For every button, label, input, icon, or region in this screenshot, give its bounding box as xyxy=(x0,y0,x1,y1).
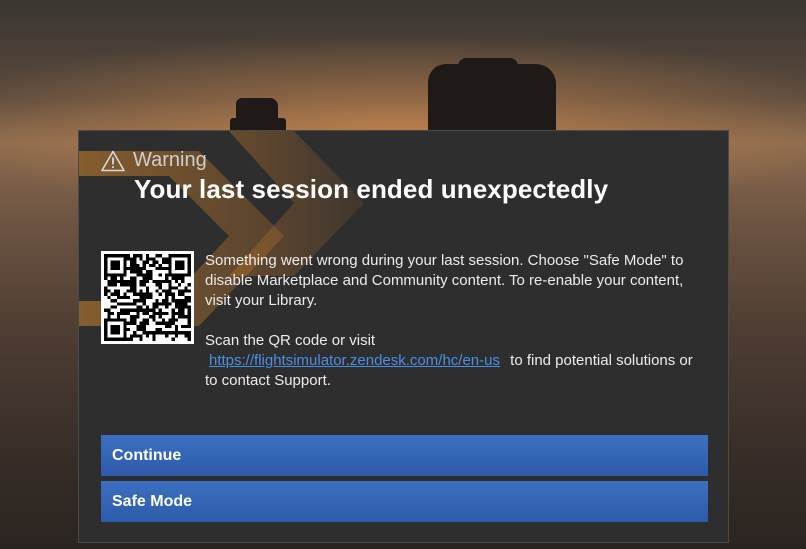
support-paragraph: Scan the QR code or visit https://flight… xyxy=(205,331,695,391)
support-link[interactable]: https://flightsimulator.zendesk.com/hc/e… xyxy=(209,352,500,369)
crash-warning-dialog: Warning Your last session ended unexpect… xyxy=(78,130,729,543)
support-text-prefix: Scan the QR code or visit xyxy=(205,332,376,349)
continue-button[interactable]: Continue xyxy=(101,435,708,476)
safe-mode-button[interactable]: Safe Mode xyxy=(101,481,708,522)
warning-triangle-icon xyxy=(101,150,125,172)
warning-label: Warning xyxy=(133,149,207,171)
qr-code xyxy=(101,251,194,344)
dialog-title: Your last session ended unexpectedly xyxy=(134,174,609,204)
message-paragraph: Something went wrong during your last se… xyxy=(205,252,684,309)
